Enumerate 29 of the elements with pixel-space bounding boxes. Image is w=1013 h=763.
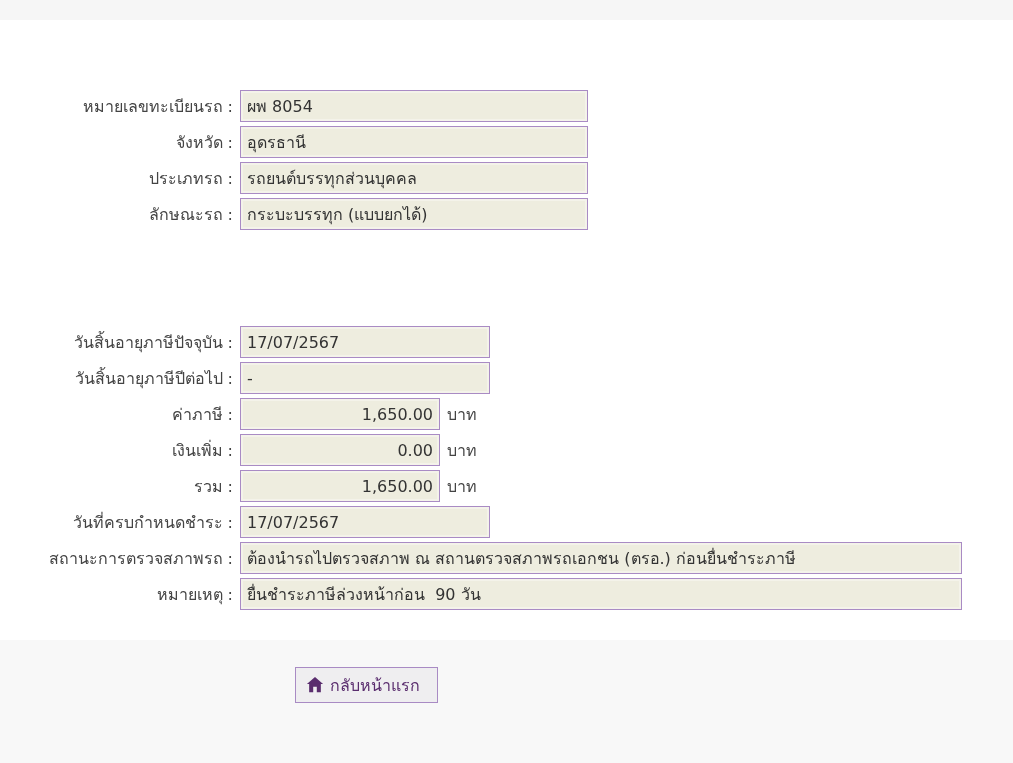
readonly-field[interactable]: 1,650.00 xyxy=(240,398,440,430)
field-label: วันสิ้นอายุภาษีปีต่อไป : xyxy=(73,366,234,391)
field-label: ค่าภาษี : xyxy=(170,403,234,426)
readonly-field[interactable]: รถยนต์บรรทุกส่วนบุคคล xyxy=(240,162,588,194)
readonly-field[interactable]: - xyxy=(240,362,490,394)
readonly-field[interactable]: กระบะบรรทุก (แบบยกได้) xyxy=(240,198,588,230)
unit-label: บาท xyxy=(447,475,477,498)
field-label: หมายเลขทะเบียนรถ : xyxy=(81,95,234,118)
field-label: รวม : xyxy=(192,475,234,498)
unit-label: บาท xyxy=(447,439,477,462)
field-label: สถานะการตรวจสภาพรถ : xyxy=(47,547,234,570)
readonly-field[interactable]: ต้องนำรถไปตรวจสภาพ ณ สถานตรวจสภาพรถเอกชน (ตรอ.) ก่อนยื่นชำระภาษี xyxy=(240,542,962,574)
field-label: หมายเหตุ : xyxy=(155,583,234,607)
readonly-field[interactable]: 17/07/2567 xyxy=(240,326,490,358)
field-label: ประเภทรถ : xyxy=(147,167,234,190)
field-label: ลักษณะรถ : xyxy=(147,203,234,226)
field-label: เงินเพิ่ม : xyxy=(170,439,234,462)
unit-label: บาท xyxy=(447,403,477,426)
field-label: วันสิ้นอายุภาษีปัจจุบัน : xyxy=(72,330,234,355)
readonly-field[interactable]: 17/07/2567 xyxy=(240,506,490,538)
readonly-field[interactable]: อุดรธานี xyxy=(240,126,588,158)
readonly-field[interactable]: ยื่นชำระภาษีล่วงหน้าก่อน 90 วัน xyxy=(240,578,962,610)
field-label: จังหวัด : xyxy=(174,131,234,154)
field-label: วันที่ครบกำหนดชำระ : xyxy=(71,511,234,534)
home-button[interactable]: กลับหน้าแรก xyxy=(295,667,438,703)
readonly-field[interactable]: ผพ 8054 xyxy=(240,90,588,122)
readonly-field[interactable]: 1,650.00 xyxy=(240,470,440,502)
home-icon xyxy=(306,676,324,694)
readonly-field[interactable]: 0.00 xyxy=(240,434,440,466)
